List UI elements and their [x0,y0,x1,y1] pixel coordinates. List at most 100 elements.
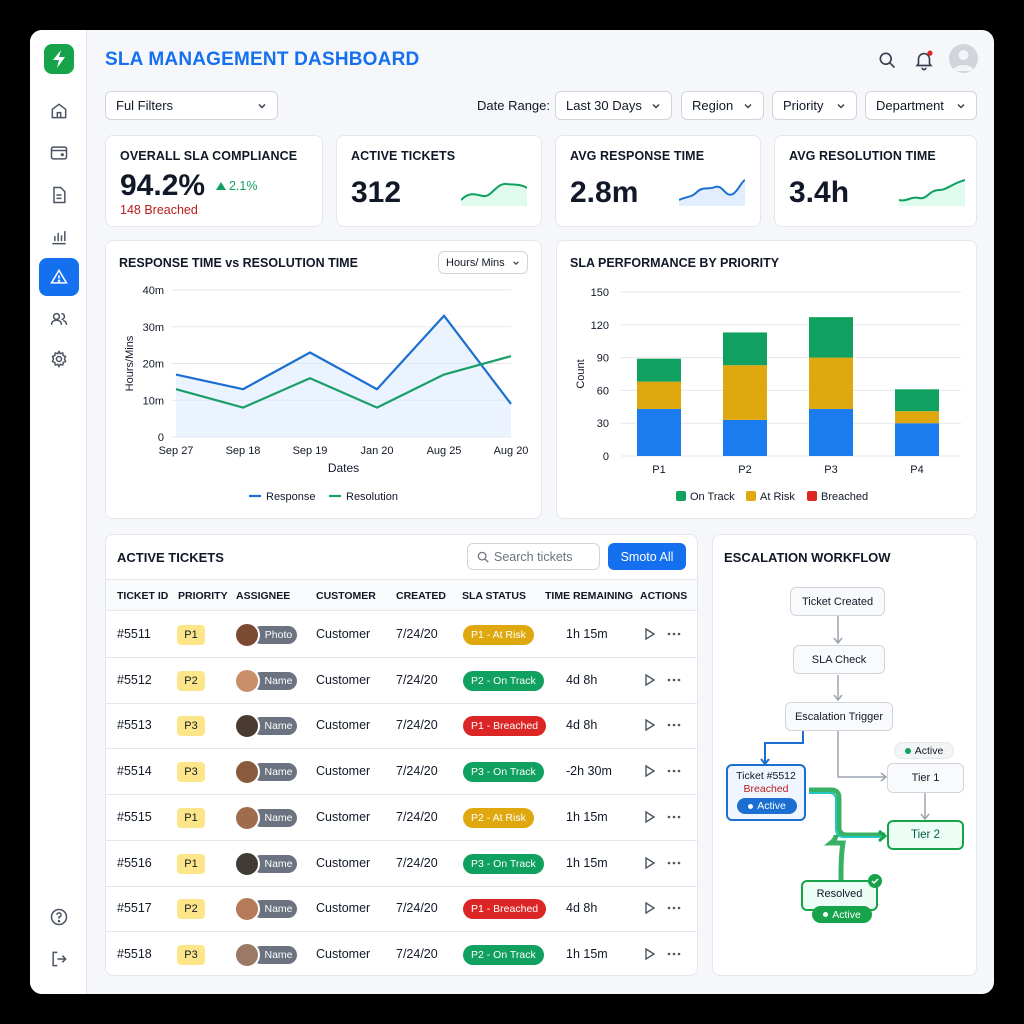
kpi-card-active-tickets: ACTIVE TICKETS 312 [336,135,542,227]
play-icon[interactable] [643,673,657,687]
status-badge: P1 - At Risk [463,625,534,645]
chevron-down-icon [837,103,845,109]
status-badge: P3 - On Track [463,853,544,874]
date-range-value: Last 30 Days [566,98,642,113]
workflow-node-ticket-created[interactable]: Ticket Created [790,587,885,616]
status-badge: P2 - On Track [463,670,544,691]
y-tick-label: 90 [597,353,609,365]
play-icon[interactable] [643,856,657,870]
more-icon[interactable] [667,764,681,778]
workflow-node-tier2[interactable]: Tier 2 [887,820,964,850]
workflow-node-tier1[interactable]: Tier 1 [887,763,964,793]
legend-swatch [676,491,686,501]
bar-segment-p1-breached [637,358,681,382]
chevron-down-icon [957,103,965,109]
help-icon [50,908,68,926]
ticket-id: #5518 [117,946,152,961]
avatar [234,804,260,831]
table-row[interactable]: #5514 P3 Name Customer 7/24/20 P3 - On Track -… [106,749,697,796]
play-icon[interactable] [643,901,657,915]
workflow-node-escalation-trigger[interactable]: Escalation Trigger [785,702,893,731]
line-chart-card: RESPONSE TIME vs RESOLUTION TIME Hours/ … [105,240,542,519]
region-select[interactable]: Region [681,91,764,120]
workflow-node-ticket[interactable]: Ticket #5512 Breached Active [726,764,806,821]
legend-swatch [807,491,817,501]
workflow-node-sla-check[interactable]: SLA Check [793,645,885,674]
table-row[interactable]: #5511 P1 Photo Customer 7/24/20 P1 - At Risk 1… [106,612,697,658]
bar-chart: 0 30 60 90 120 150 Count P1 P2 P3 P4 On Track At Ris… [575,287,961,503]
date-range-select[interactable]: Last 30 Days [555,91,672,120]
user-avatar[interactable] [949,44,978,73]
more-icon[interactable] [667,673,681,687]
play-icon[interactable] [643,810,657,824]
play-icon[interactable] [643,627,657,641]
assignee-chip[interactable]: Name [234,713,298,740]
bar-segment-p2-at-risk [723,365,767,420]
sidebar-item-logout[interactable] [39,940,79,978]
table-row[interactable]: #5513 P3 Name Customer 7/24/20 P1 - Breached 4… [106,703,697,750]
more-icon[interactable] [667,627,681,641]
workflow-tier1-badge-label: Active [914,744,944,757]
column-header: TIME REMAINING [545,590,634,602]
customer-cell: Customer [316,855,371,870]
kpi-delta: 2.1% [216,179,258,193]
bar-segment-p3-breached [809,317,853,358]
kpi-delta-value: 2.1% [229,179,258,193]
assignee-chip[interactable]: Photo [234,622,298,648]
dot-icon [904,747,911,754]
y-tick-label: 0 [603,451,609,463]
kpi-value: 312 [351,176,402,209]
more-icon[interactable] [667,856,681,870]
users-icon [50,312,68,325]
home-icon [51,103,67,119]
legend-label: Response [266,491,316,503]
table-row[interactable]: #5518 P3 Name Customer 7/24/20 P2 - On Track 1… [106,932,697,975]
sidebar-item-users[interactable] [39,300,79,338]
table-row[interactable]: #5515 P1 Name Customer 7/24/20 P2 - At Risk 1h… [106,795,697,841]
legend-swatch [746,491,756,501]
time-remaining-cell: 4d 8h [566,672,598,687]
sidebar-item-help[interactable] [39,898,79,936]
more-icon[interactable] [667,901,681,915]
sidebar-item-wallet[interactable] [39,134,79,172]
priority-value: Priority [783,98,824,113]
department-select[interactable]: Department [865,91,977,120]
more-icon[interactable] [667,947,681,961]
more-icon[interactable] [667,810,681,824]
table-row[interactable]: #5512 P2 Name Customer 7/24/20 P2 - On Track 4… [106,658,697,704]
assignee-chip[interactable]: Name [234,941,298,968]
full-filters-select[interactable]: Ful Filters [105,91,278,120]
sidebar-item-home[interactable] [39,92,79,130]
workflow-resolved-badge-label: Active [832,908,861,921]
bar-segment-p2-on-track [723,419,767,456]
notifications-button[interactable] [912,48,936,72]
assignee-chip[interactable]: Name [234,850,298,877]
search-button[interactable] [875,48,899,72]
column-header: CREATED [396,590,446,602]
sidebar-item-documents[interactable] [39,176,79,214]
assignee-chip[interactable]: Name [234,759,298,786]
more-icon[interactable] [667,718,681,732]
table-row[interactable]: #5517 P2 Name Customer 7/24/20 P1 - Breached 4… [106,886,697,933]
play-icon[interactable] [643,718,657,732]
sidebar-item-analytics[interactable] [39,218,79,256]
show-all-button[interactable]: Smoto All [608,543,686,570]
y-tick-label: 120 [591,320,609,332]
workflow-ticket-badge-label: Active [757,800,786,812]
ticket-id: #5514 [117,764,152,779]
play-icon[interactable] [643,764,657,778]
sidebar-item-alerts[interactable] [39,258,79,296]
ticket-id: #5515 [117,809,152,824]
assignee-chip[interactable]: Name [234,896,298,923]
search-icon [879,52,896,69]
table-row[interactable]: #5516 P1 Name Customer 7/24/20 P3 - On Track 1… [106,841,697,887]
play-icon[interactable] [643,947,657,961]
sidebar-item-settings[interactable] [39,340,79,378]
assignee-chip[interactable]: Name [234,667,298,694]
y-tick-label: 30m [143,322,164,334]
assignee-chip[interactable]: Name [234,804,298,831]
dot-icon [748,803,754,809]
sparkline-active-tickets [461,182,527,206]
time-remaining-cell: 4d 8h [566,718,598,733]
priority-select[interactable]: Priority [772,91,857,120]
